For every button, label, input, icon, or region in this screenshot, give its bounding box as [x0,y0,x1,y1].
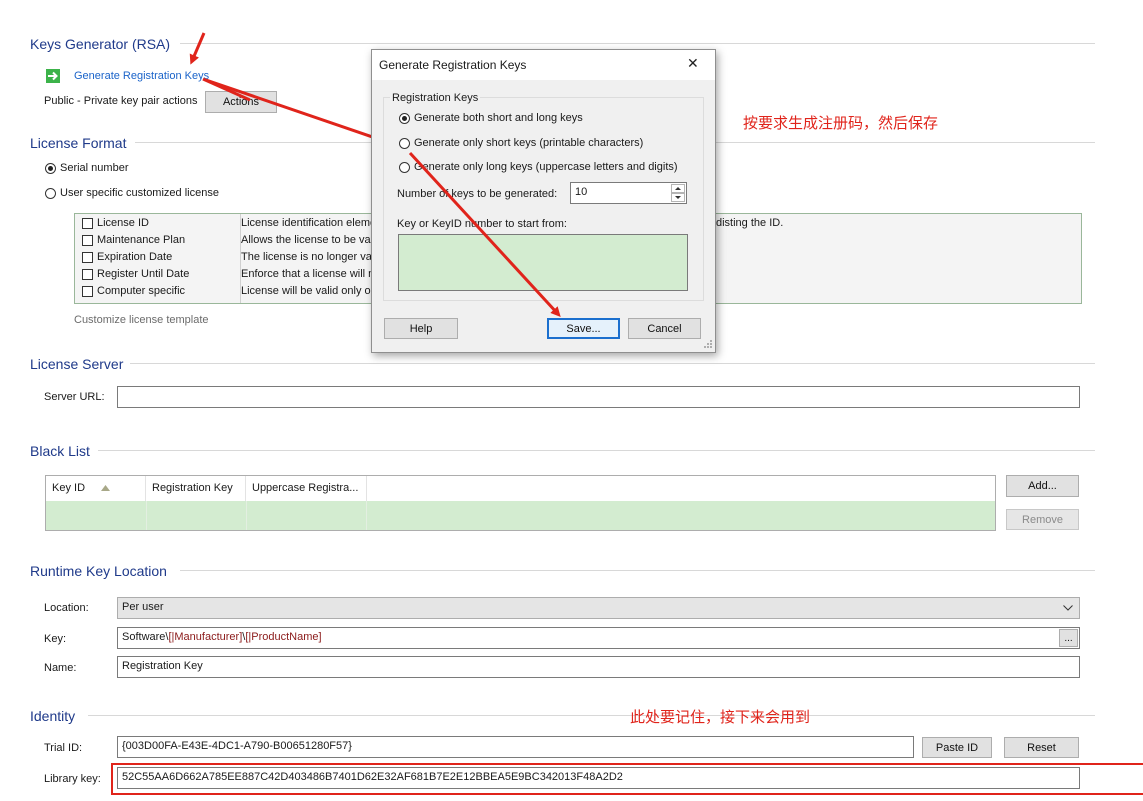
annotation-overlay-top [408,151,561,317]
annotation-arrow [408,151,561,317]
